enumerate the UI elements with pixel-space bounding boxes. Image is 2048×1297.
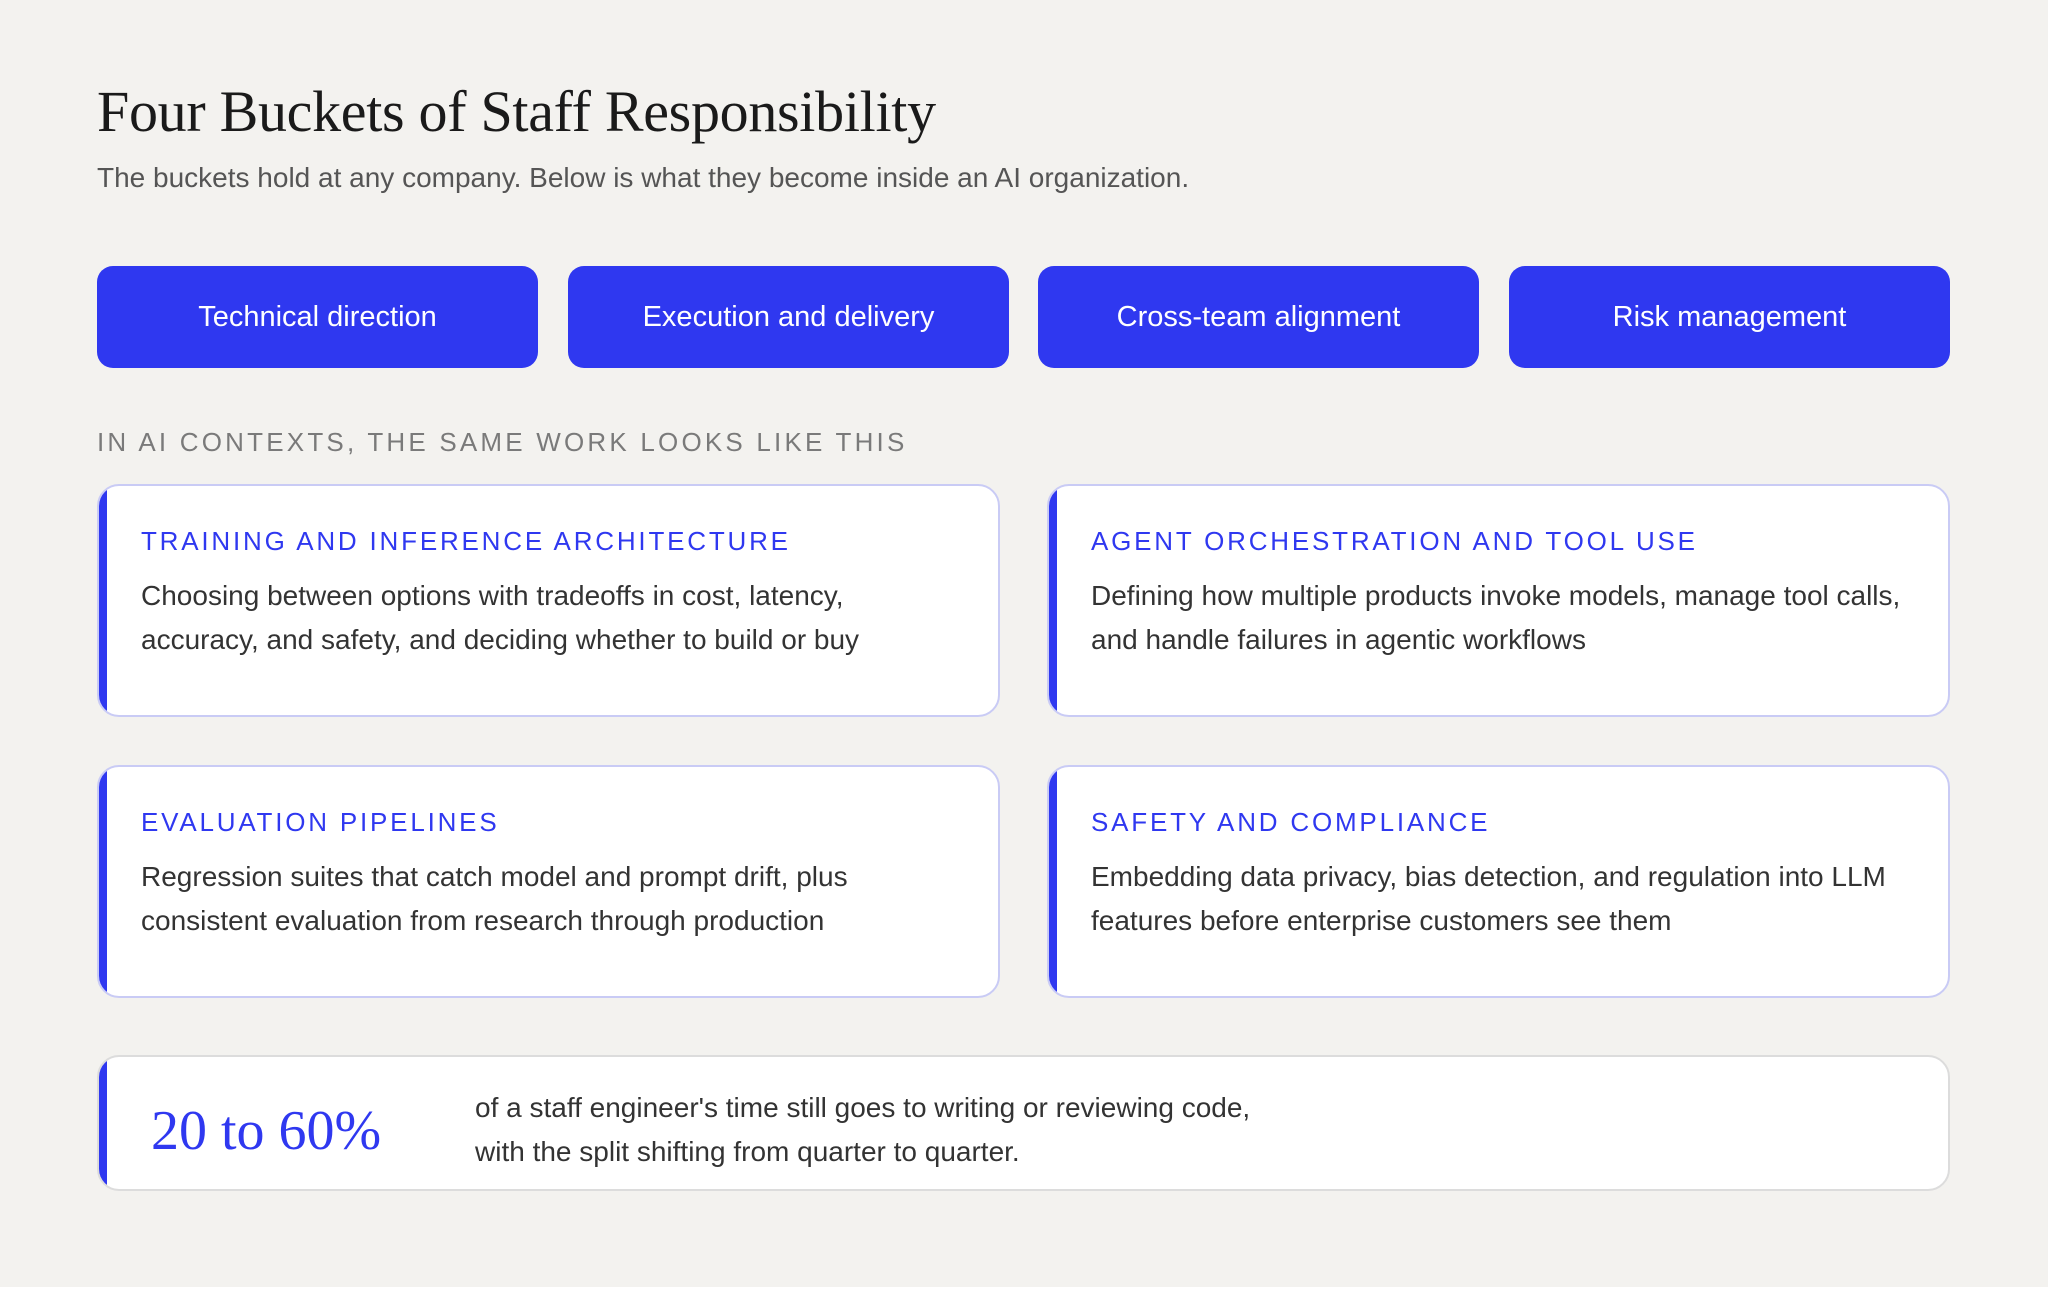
card-body: Embedding data privacy, bias detection, … [1091,861,1886,936]
stat-text: of a staff engineer's time still goes to… [475,1086,1475,1174]
card-accent-bar [1049,486,1057,715]
stat-accent-bar [99,1057,107,1189]
bucket-label: Cross-team alignment [1116,300,1401,333]
bucket-cross-team-alignment: Cross-team alignment [1038,266,1479,368]
bucket-label: Technical direction [198,300,437,333]
section-label: IN AI CONTEXTS, THE SAME WORK LOOKS LIKE… [97,427,908,457]
page-title: Four Buckets of Staff Responsibility [97,79,936,144]
bucket-risk-management: Risk management [1509,266,1950,368]
page-subtitle: The buckets hold at any company. Below i… [97,162,1190,193]
card-body: Choosing between options with tradeoffs … [141,580,860,655]
card-title: SAFETY AND COMPLIANCE [1091,807,1491,837]
card-evaluation-pipelines: EVALUATION PIPELINES Regression suites t… [97,765,1000,998]
card-accent-bar [99,767,107,996]
card-accent-bar [1049,767,1057,996]
card-safety-compliance: SAFETY AND COMPLIANCE Embedding data pri… [1047,765,1950,998]
stat-text-line: with the split shifting from quarter to … [475,1136,1020,1167]
card-title: AGENT ORCHESTRATION AND TOOL USE [1091,526,1698,556]
stat-value: 20 to 60% [151,1100,382,1162]
bucket-execution-delivery: Execution and delivery [568,266,1009,368]
diagram-panel: Four Buckets of Staff Responsibility The… [0,0,2048,1287]
card-agent-orchestration: AGENT ORCHESTRATION AND TOOL USE Definin… [1047,484,1950,717]
stat-callout: 20 to 60% of a staff engineer's time sti… [97,1055,1950,1191]
bucket-label: Risk management [1612,300,1847,333]
bucket-label: Execution and delivery [642,300,935,333]
card-training-inference: TRAINING AND INFERENCE ARCHITECTURE Choo… [97,484,1000,717]
card-body: Regression suites that catch model and p… [141,861,848,936]
card-accent-bar [99,486,107,715]
card-title: EVALUATION PIPELINES [141,807,500,837]
card-title: TRAINING AND INFERENCE ARCHITECTURE [141,526,791,556]
stat-text-line: of a staff engineer's time still goes to… [475,1092,1251,1123]
bucket-technical-direction: Technical direction [97,266,538,368]
card-body: Defining how multiple products invoke mo… [1091,580,1901,655]
